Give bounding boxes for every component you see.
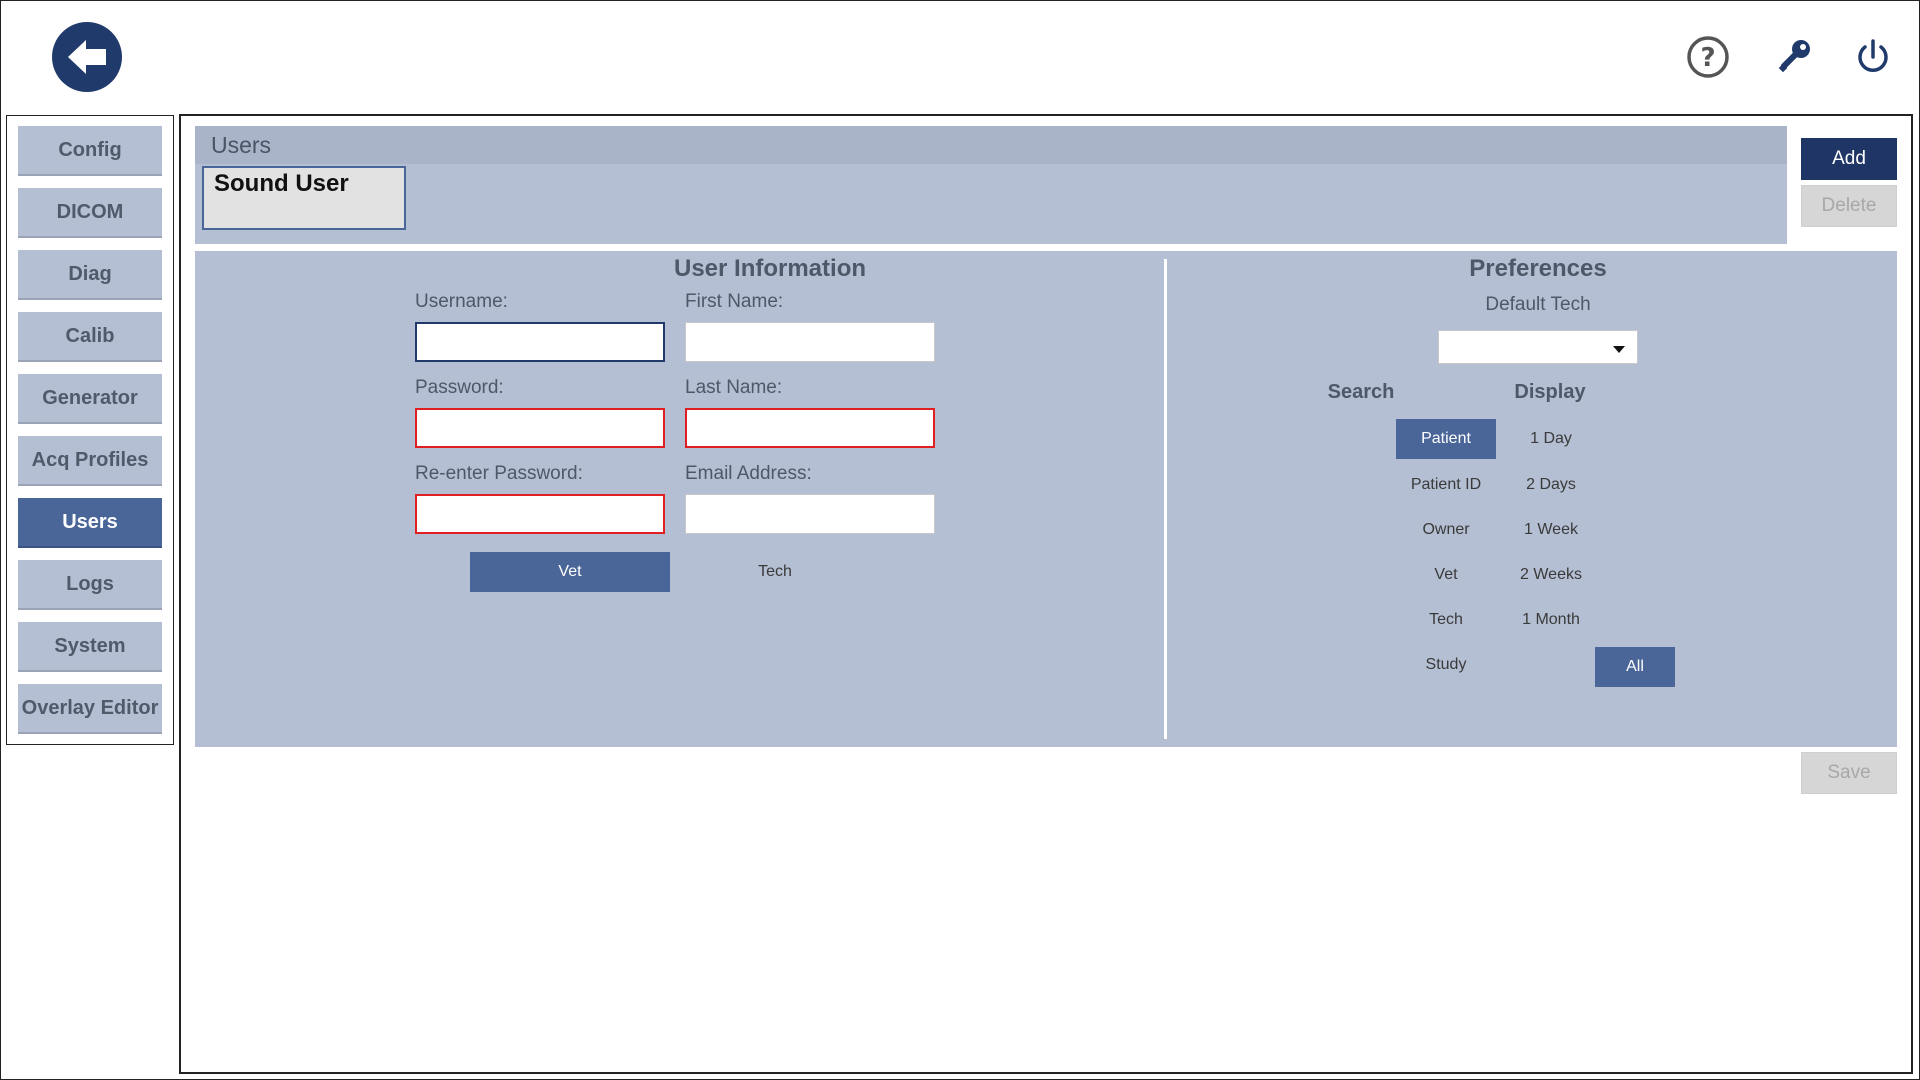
display-header: Display: [1514, 381, 1586, 403]
help-button[interactable]: ?: [1685, 34, 1731, 80]
reenter-password-label: Re-enter Password:: [415, 463, 583, 484]
users-list-panel: Users Sound User: [195, 126, 1787, 244]
last-name-input[interactable]: [685, 408, 935, 448]
user-list-item[interactable]: Sound User: [202, 166, 406, 230]
sidebar-item-dicom[interactable]: DICOM: [18, 188, 162, 238]
display-option-2-weeks[interactable]: 2 Weeks: [1481, 555, 1621, 595]
chevron-down-icon: [1613, 346, 1625, 353]
search-header: Search: [1327, 381, 1395, 403]
panel-divider: [1164, 259, 1167, 739]
first-name-input[interactable]: [685, 322, 935, 362]
settings-sidebar: Config DICOM Diag Calib Generator Acq Pr…: [6, 115, 174, 745]
svg-text:?: ?: [1700, 43, 1715, 73]
display-option-1-week[interactable]: 1 Week: [1481, 510, 1621, 550]
username-label: Username:: [415, 291, 508, 312]
back-arrow-icon: [68, 40, 106, 74]
sidebar-item-users[interactable]: Users: [18, 498, 162, 548]
sidebar-item-logs[interactable]: Logs: [18, 560, 162, 610]
user-details-panel: User Information Username: First Name: P…: [195, 251, 1897, 747]
preferences-title: Preferences: [1469, 255, 1607, 282]
role-vet-toggle[interactable]: Vet: [470, 552, 670, 592]
key-icon: [1778, 40, 1810, 73]
display-option-1-month[interactable]: 1 Month: [1481, 600, 1621, 640]
sidebar-item-system[interactable]: System: [18, 622, 162, 672]
email-label: Email Address:: [685, 463, 812, 484]
display-option-2-days[interactable]: 2 Days: [1481, 465, 1621, 505]
password-input[interactable]: [415, 408, 665, 448]
display-option-1-day[interactable]: 1 Day: [1481, 419, 1621, 459]
email-input[interactable]: [685, 494, 935, 534]
power-button[interactable]: [1850, 34, 1896, 80]
delete-user-button[interactable]: Delete: [1801, 185, 1897, 227]
sidebar-item-diag[interactable]: Diag: [18, 250, 162, 300]
help-circle-icon: ?: [1687, 36, 1729, 78]
sidebar-item-config[interactable]: Config: [18, 126, 162, 176]
username-input[interactable]: [415, 322, 665, 362]
first-name-label: First Name:: [685, 291, 784, 312]
add-user-button[interactable]: Add: [1801, 138, 1897, 180]
save-button[interactable]: Save: [1801, 752, 1897, 794]
search-option-study[interactable]: Study: [1361, 645, 1531, 685]
sidebar-item-generator[interactable]: Generator: [18, 374, 162, 424]
password-label: Password:: [415, 377, 504, 398]
users-title: Users: [195, 126, 1787, 164]
user-info-title: User Information: [673, 255, 867, 282]
back-button[interactable]: [52, 22, 122, 92]
sidebar-item-calib[interactable]: Calib: [18, 312, 162, 362]
sidebar-item-acq-profiles[interactable]: Acq Profiles: [18, 436, 162, 486]
role-tech-toggle[interactable]: Tech: [675, 552, 875, 592]
default-tech-select[interactable]: [1438, 330, 1638, 364]
default-tech-label: Default Tech: [1485, 294, 1591, 315]
display-option-all[interactable]: All: [1595, 647, 1675, 687]
last-name-label: Last Name:: [685, 377, 783, 398]
key-button[interactable]: [1771, 34, 1817, 80]
power-icon: [1858, 39, 1888, 72]
reenter-password-input[interactable]: [415, 494, 665, 534]
sidebar-item-overlay-editor[interactable]: Overlay Editor: [18, 684, 162, 734]
